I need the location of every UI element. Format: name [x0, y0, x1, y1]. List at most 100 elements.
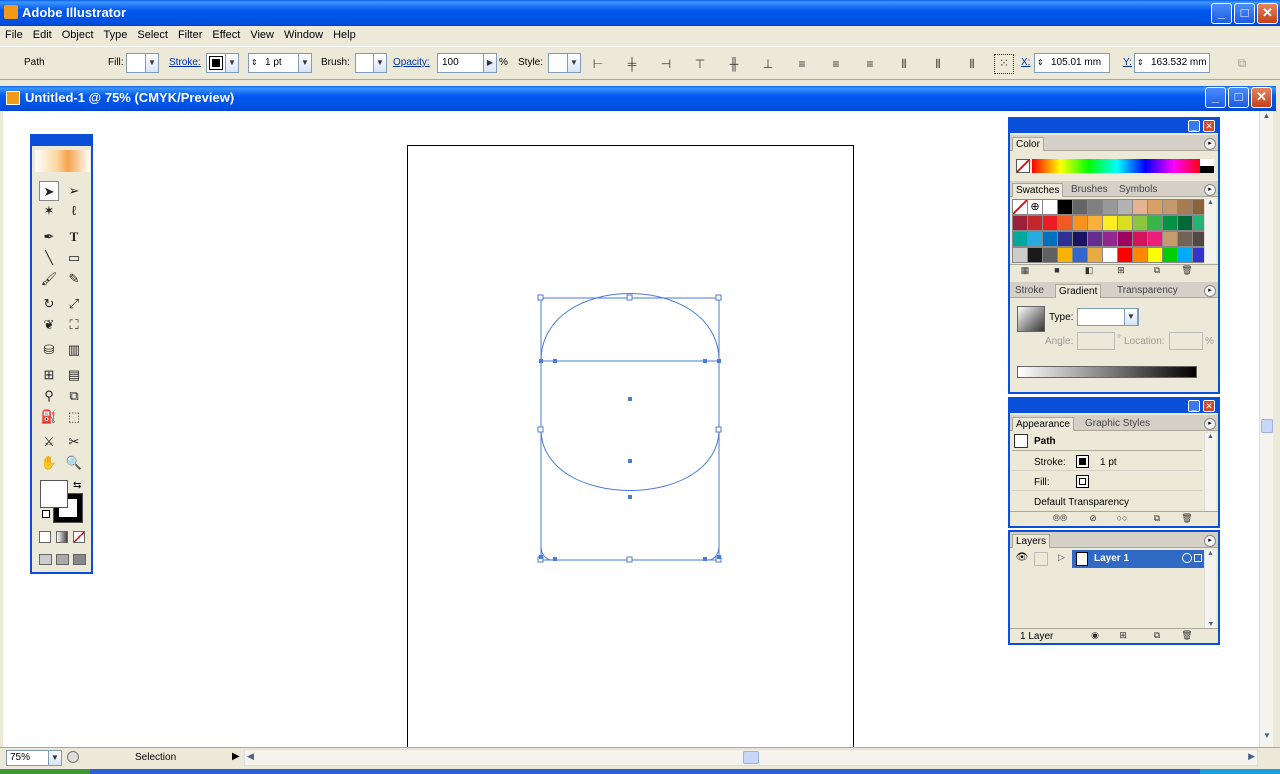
opacity-label[interactable]: Opacity: — [393, 57, 430, 68]
swatch[interactable] — [1177, 247, 1193, 263]
swatch[interactable] — [1087, 199, 1103, 215]
swatch[interactable] — [1177, 199, 1193, 215]
swatch[interactable] — [1147, 199, 1163, 215]
gradient-slider-bar[interactable] — [1017, 366, 1197, 378]
swatch[interactable] — [1132, 247, 1148, 263]
distribute-top-icon[interactable]: ≡ — [794, 56, 810, 72]
appearance-title-bar[interactable] — [1010, 399, 1218, 413]
y-field[interactable]: ⇕ 163.532 mm — [1134, 53, 1210, 73]
new-swatch-icon[interactable]: ⧉ — [1150, 264, 1164, 276]
layer-highlight[interactable]: Layer 1 — [1072, 550, 1204, 568]
swatch[interactable] — [1117, 231, 1133, 247]
distribute-right-icon[interactable]: ⦀ — [964, 56, 980, 72]
color-mode-icon[interactable] — [39, 531, 51, 543]
swatch[interactable] — [1087, 247, 1103, 263]
menu-filter[interactable]: Filter — [173, 26, 207, 44]
stroke-weight-dropdown-button[interactable]: ▼ — [298, 53, 312, 73]
swatch[interactable] — [1177, 215, 1193, 231]
distribute-vertical-center-icon[interactable]: ≡ — [828, 56, 844, 72]
swatch[interactable] — [1102, 215, 1118, 231]
canvas-horizontal-scrollbar[interactable]: ◀ ▶ — [244, 749, 1258, 766]
swatch[interactable] — [1072, 215, 1088, 231]
zoom-field[interactable]: 75% — [6, 750, 50, 766]
reduce-to-basic-appearance-icon[interactable]: ⊘ — [1086, 512, 1100, 524]
tab-graphic-styles[interactable]: Graphic Styles — [1082, 417, 1153, 431]
live-paint-bucket-tool-icon[interactable]: ⛽ — [39, 407, 59, 427]
y-stepper-icon[interactable]: ⇕ — [1137, 54, 1144, 72]
document-minimize-button[interactable]: _ — [1205, 87, 1226, 108]
new-art-maintains-appearance-icon[interactable]: ⦾⦾ — [1046, 512, 1074, 524]
align-horizontal-center-icon[interactable]: ╪ — [624, 56, 640, 72]
stroke-swatch[interactable] — [206, 53, 226, 73]
pen-tool-icon[interactable]: ✒ — [39, 227, 59, 247]
swatch[interactable] — [1147, 215, 1163, 231]
document-close-button[interactable]: ✕ — [1251, 87, 1272, 108]
swatch[interactable] — [1087, 231, 1103, 247]
swatch[interactable] — [1177, 231, 1193, 247]
color-panel-menu-icon[interactable]: ▸ — [1204, 138, 1216, 150]
adobe-flower-logo[interactable] — [35, 150, 90, 172]
swatch[interactable] — [1057, 199, 1073, 215]
swatch[interactable] — [1132, 215, 1148, 231]
appearance-panel-menu-icon[interactable]: ▸ — [1204, 418, 1216, 430]
swatch-options-icon[interactable]: ■ — [1050, 264, 1064, 276]
swatch[interactable] — [1072, 231, 1088, 247]
tab-brushes[interactable]: Brushes — [1068, 183, 1111, 197]
menu-effect[interactable]: Effect — [207, 26, 245, 44]
appearance-minimize-button[interactable]: _ — [1188, 400, 1200, 412]
menu-type[interactable]: Type — [99, 26, 133, 44]
gradient-location-field[interactable] — [1169, 332, 1203, 350]
swatch[interactable] — [1072, 247, 1088, 263]
swatch[interactable] — [1147, 231, 1163, 247]
menu-file[interactable]: File — [0, 26, 28, 44]
swatch[interactable] — [1012, 231, 1028, 247]
scroll-down-arrow-icon[interactable]: ▼ — [1260, 731, 1274, 747]
color-black-swatch[interactable] — [1200, 166, 1214, 173]
tab-appearance[interactable]: Appearance — [1012, 417, 1074, 431]
appearance-scroll-up-icon[interactable]: ▲ — [1205, 433, 1216, 440]
swatch[interactable] — [1042, 247, 1058, 263]
swatch[interactable] — [1042, 199, 1058, 215]
pencil-tool-icon[interactable]: ✎ — [64, 269, 84, 289]
type-tool-icon[interactable]: T — [64, 227, 84, 247]
stroke-dropdown-button[interactable]: ▼ — [225, 53, 239, 73]
swatches-panel-menu-icon[interactable]: ▸ — [1204, 184, 1216, 196]
tab-swatches[interactable]: Swatches — [1012, 183, 1064, 197]
stroke-weight-stepper-icon[interactable]: ⇕ — [251, 54, 258, 72]
gradient-angle-field[interactable] — [1077, 332, 1115, 350]
clear-appearance-icon[interactable]: ○○ — [1110, 512, 1134, 524]
gradient-tool-icon[interactable]: ▤ — [64, 365, 84, 385]
swatch[interactable] — [1132, 231, 1148, 247]
transform-reference-point-icon[interactable]: ⁙ — [994, 54, 1014, 74]
tab-gradient[interactable]: Gradient — [1055, 284, 1102, 298]
swatch[interactable] — [1102, 231, 1118, 247]
create-new-layer-icon[interactable]: ⧉ — [1150, 629, 1164, 641]
tools-title-bar[interactable] — [32, 136, 91, 146]
swatch[interactable] — [1087, 215, 1103, 231]
column-graph-tool-icon[interactable]: ▥ — [64, 340, 84, 360]
menu-select[interactable]: Select — [132, 26, 173, 44]
swatches-scroll-up-icon[interactable]: ▲ — [1205, 199, 1216, 206]
menu-help[interactable]: Help — [328, 26, 361, 44]
layer-visibility-eye-icon[interactable]: 👁 — [1014, 552, 1030, 566]
appearance-close-button[interactable]: ✕ — [1203, 400, 1215, 412]
layers-scrollbar[interactable]: ▲ ▼ — [1204, 550, 1216, 628]
menu-view[interactable]: View — [245, 26, 279, 44]
menu-window[interactable]: Window — [279, 26, 328, 44]
gradient-type-dropdown-button[interactable]: ▼ — [1124, 308, 1138, 326]
delete-swatch-icon[interactable]: 🗑 — [1180, 264, 1194, 276]
menu-object[interactable]: Object — [57, 26, 99, 44]
swatch[interactable] — [1012, 247, 1028, 263]
hand-tool-icon[interactable]: ✋ — [39, 453, 59, 473]
appearance-transparency-row[interactable]: Default Transparency — [1012, 493, 1202, 511]
swatch[interactable] — [1102, 199, 1118, 215]
layers-scroll-down-icon[interactable]: ▼ — [1205, 621, 1217, 628]
align-bottom-icon[interactable]: ⊥ — [760, 56, 776, 72]
delete-item-icon[interactable]: 🗑 — [1180, 512, 1194, 524]
stroke-label[interactable]: Stroke: — [169, 57, 201, 68]
appearance-scrollbar[interactable]: ▲ — [1204, 433, 1216, 511]
scroll-left-arrow-icon[interactable]: ◀ — [247, 751, 254, 762]
minimize-button[interactable]: _ — [1211, 3, 1232, 24]
distribute-bottom-icon[interactable]: ≡ — [862, 56, 878, 72]
align-right-icon[interactable]: ⊣ — [658, 56, 674, 72]
